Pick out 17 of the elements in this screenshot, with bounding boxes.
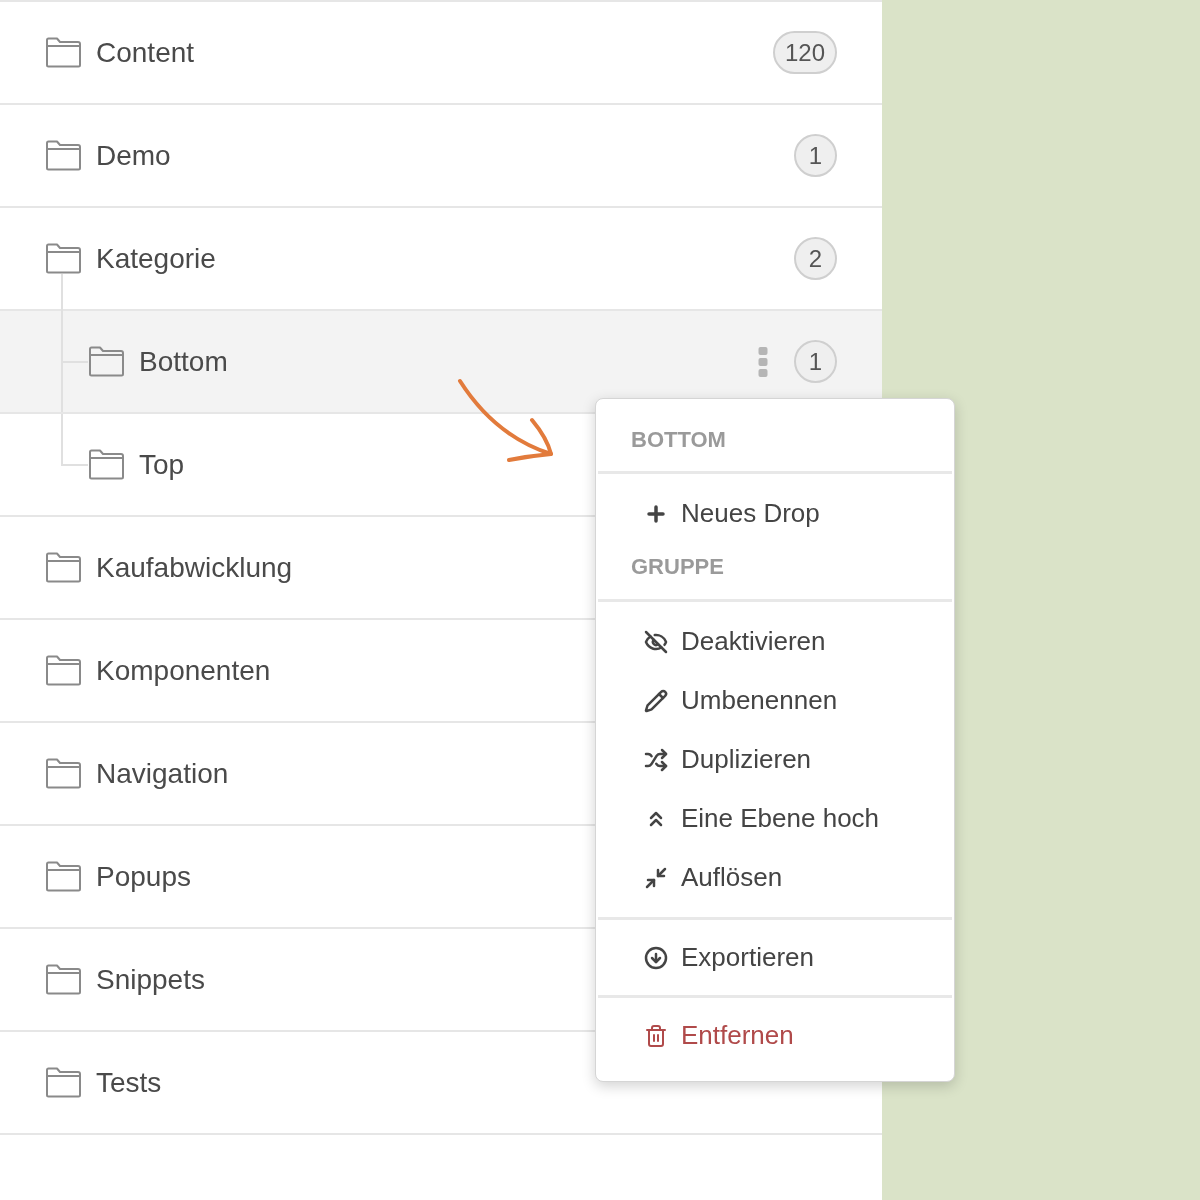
- folder-name: Kaufabwicklung: [96, 550, 293, 585]
- folder-name: Navigation: [96, 756, 229, 791]
- folder-name: Bottom: [139, 344, 228, 379]
- folder-name: Popups: [96, 859, 191, 894]
- folder-name: Kategorie: [96, 241, 216, 276]
- menu-heading: BOTTOM: [631, 425, 726, 454]
- menu-heading: GRUPPE: [631, 552, 724, 581]
- count-badge: 1: [794, 134, 837, 177]
- count-badge: 120: [772, 31, 837, 74]
- count-badge: 1: [794, 340, 837, 383]
- folder-name: Demo: [96, 138, 171, 173]
- folder-name: Snippets: [96, 962, 205, 997]
- count-badge: 2: [794, 237, 837, 280]
- folder-name: Content: [96, 35, 195, 70]
- folder-name: Top: [139, 447, 185, 482]
- folder-name: Tests: [96, 1065, 162, 1100]
- folder-name: Komponenten: [96, 653, 271, 688]
